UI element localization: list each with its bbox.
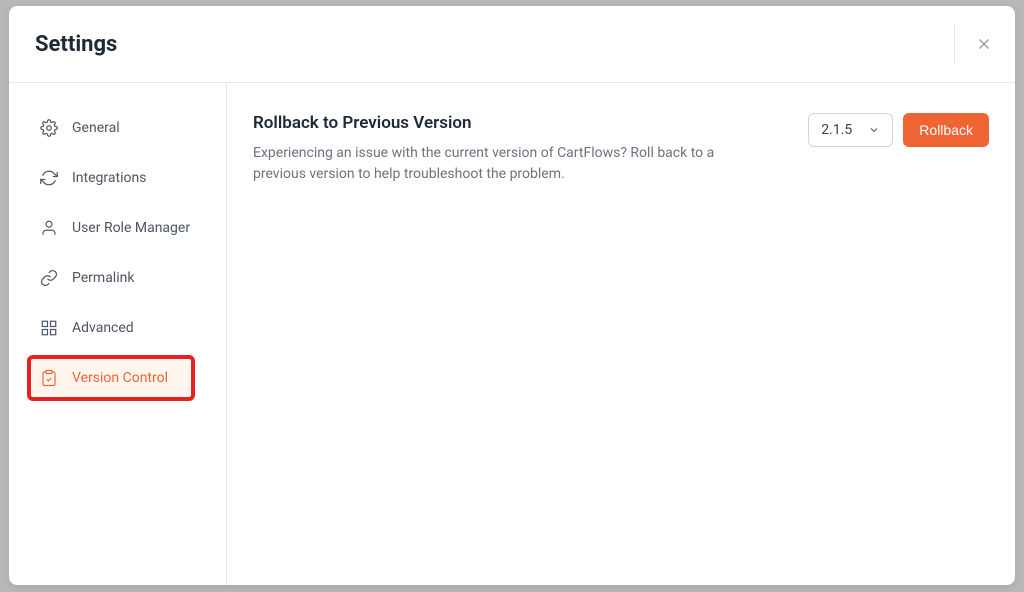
sidebar-item-label: User Role Manager (72, 220, 190, 236)
sidebar: General Integrations User Role Manager (9, 83, 227, 585)
sidebar-item-label: Permalink (72, 270, 134, 286)
link-icon (40, 269, 58, 287)
modal-title: Settings (35, 32, 117, 57)
version-select-value: 2.1.5 (821, 122, 852, 138)
sidebar-item-label: Version Control (72, 370, 168, 386)
version-select[interactable]: 2.1.5 (808, 113, 893, 147)
modal-body: General Integrations User Role Manager (9, 83, 1015, 585)
sidebar-item-version-control[interactable]: Version Control (27, 355, 195, 401)
content-area: Rollback to Previous Version Experiencin… (227, 83, 1015, 585)
content-description: Experiencing an issue with the current v… (253, 143, 768, 185)
gear-icon (40, 119, 58, 137)
grid-icon (40, 319, 58, 337)
content-title: Rollback to Previous Version (253, 113, 768, 133)
sidebar-item-general[interactable]: General (9, 105, 226, 151)
sidebar-item-label: Integrations (72, 170, 146, 186)
refresh-icon (40, 169, 58, 187)
sidebar-item-integrations[interactable]: Integrations (9, 155, 226, 201)
content-text: Rollback to Previous Version Experiencin… (253, 113, 768, 185)
settings-modal: Settings General In (9, 6, 1015, 585)
chevron-down-icon (868, 124, 880, 136)
rollback-button[interactable]: Rollback (903, 113, 989, 147)
sidebar-item-label: General (72, 120, 120, 136)
content-actions: 2.1.5 Rollback (808, 113, 989, 147)
close-button[interactable] (954, 24, 994, 64)
modal-header: Settings (9, 6, 1015, 83)
sidebar-item-label: Advanced (72, 320, 134, 336)
close-icon (975, 35, 993, 53)
sidebar-item-user-role[interactable]: User Role Manager (9, 205, 226, 251)
sidebar-item-permalink[interactable]: Permalink (9, 255, 226, 301)
clipboard-check-icon (40, 369, 58, 387)
user-icon (40, 219, 58, 237)
sidebar-item-advanced[interactable]: Advanced (9, 305, 226, 351)
